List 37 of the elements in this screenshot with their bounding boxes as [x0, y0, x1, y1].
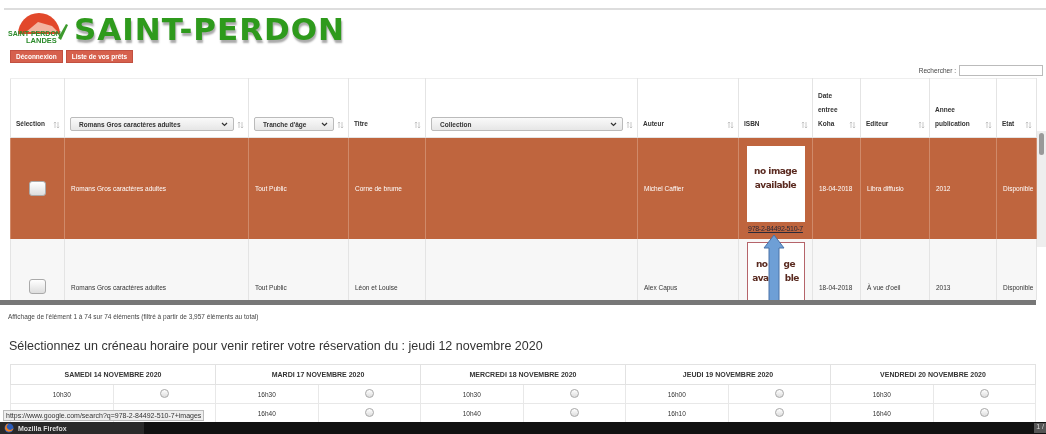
caret-icon — [610, 121, 617, 127]
sort-icon[interactable] — [727, 121, 734, 129]
sort-icon[interactable] — [1025, 121, 1032, 129]
sort-icon[interactable] — [237, 121, 244, 129]
sort-icon[interactable] — [849, 121, 856, 129]
slot-radio[interactable] — [979, 389, 989, 398]
slot-radio[interactable] — [774, 408, 784, 417]
sort-icon[interactable] — [985, 121, 992, 129]
browser-icon — [4, 423, 14, 433]
sort-icon[interactable] — [53, 121, 60, 129]
horizontal-scrollbar[interactable] — [0, 300, 1036, 305]
search-field[interactable] — [959, 65, 1043, 76]
slot-radio[interactable] — [159, 389, 169, 398]
sort-icon[interactable] — [918, 121, 925, 129]
cover-placeholder-text: available — [754, 178, 797, 192]
sort-icon[interactable] — [626, 121, 633, 129]
caret-icon — [221, 121, 228, 127]
sort-icon[interactable] — [414, 121, 421, 129]
slot-radio[interactable] — [569, 408, 579, 417]
cover-placeholder-text: ava — [752, 272, 769, 285]
checkbox[interactable] — [29, 181, 46, 196]
slot-radio[interactable] — [364, 408, 374, 417]
sort-icon[interactable] — [801, 121, 808, 129]
cover-placeholder-text: no — [755, 258, 768, 271]
caret-icon — [321, 121, 328, 127]
sort-icon[interactable] — [337, 121, 344, 129]
cover-placeholder-text: ge — [783, 258, 796, 271]
slot-radio[interactable] — [979, 408, 989, 417]
vertical-scrollbar[interactable] — [1037, 131, 1046, 247]
site-title: SAINT-PERDON — [74, 12, 346, 46]
slot-radio[interactable] — [774, 389, 784, 398]
cover-placeholder-text: no image — [754, 164, 797, 178]
cover-placeholder-text: ble — [784, 272, 799, 285]
slot-radio[interactable] — [569, 389, 579, 398]
checkbox[interactable] — [29, 279, 46, 294]
slot-radio[interactable] — [364, 389, 374, 398]
slots-heading: Sélectionnez un créneau horaire pour venir retirer votre réservation du : jeudi 12 novembre 2020 — [9, 339, 544, 355]
